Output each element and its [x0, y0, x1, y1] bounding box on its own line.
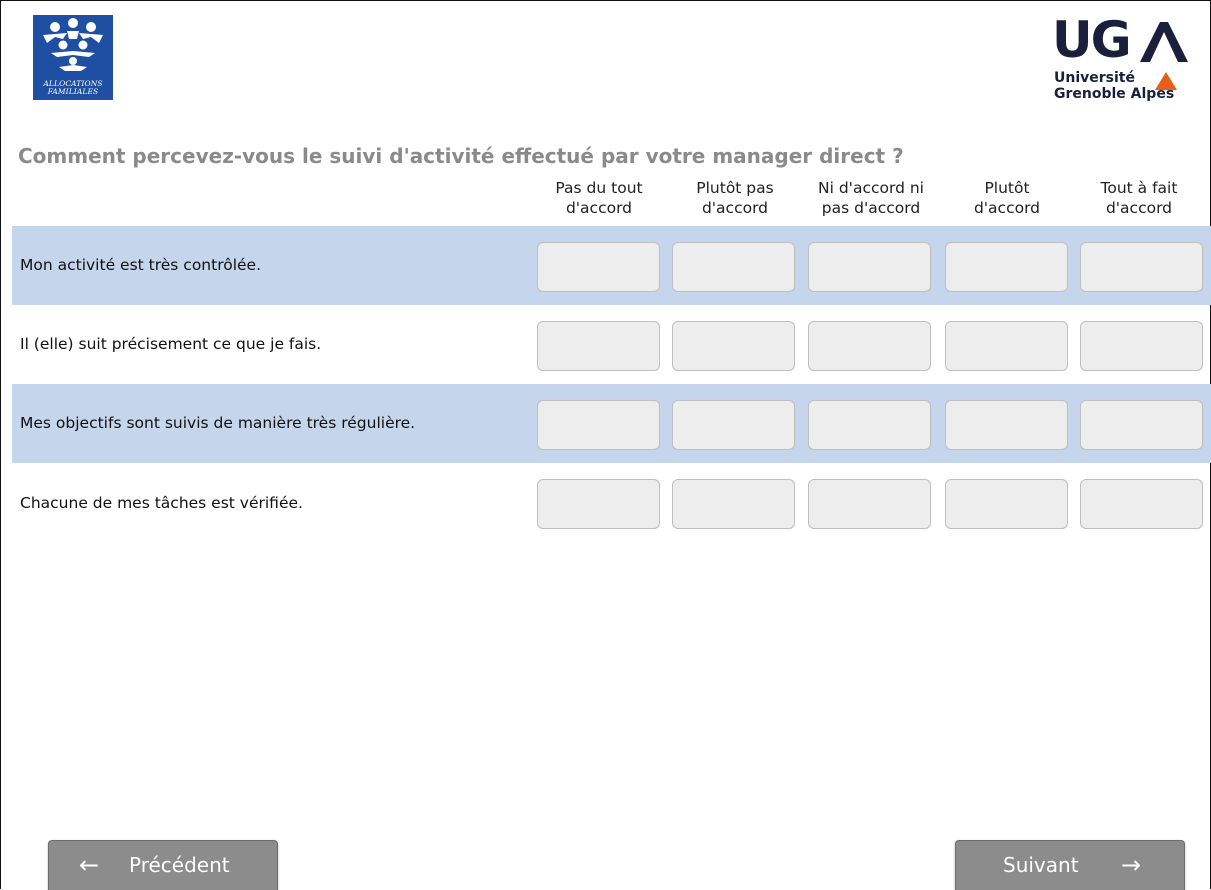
item-label: Chacune de mes tâches est vérifiée.	[20, 494, 303, 512]
column-header-line1: Tout à fait	[1100, 179, 1178, 197]
uga-logo-line1: Université	[1054, 70, 1135, 86]
item-label: Il (elle) suit précisement ce que je fai…	[20, 335, 322, 353]
column-header-line1: Ni d'accord ni	[818, 179, 924, 197]
item-row-1: Mon activité est très contrôlée.	[12, 226, 1211, 305]
option-tout-a-fait-daccord[interactable]	[1080, 242, 1203, 292]
uga-logo-mark: UG	[1052, 11, 1132, 69]
question-title: Comment percevez-vous le suivi d'activit…	[18, 144, 904, 168]
uga-logo-line2: Grenoble Alpes	[1054, 86, 1175, 102]
option-ni-daccord-ni-pas-daccord[interactable]	[808, 321, 931, 371]
item-row-4: Chacune de mes tâches est vérifiée.	[12, 463, 1211, 542]
option-pas-du-tout-daccord[interactable]	[537, 321, 660, 371]
option-pas-du-tout-daccord[interactable]	[537, 242, 660, 292]
item-row-3: Mes objectifs sont suivis de manière trè…	[12, 384, 1211, 463]
column-header-line1: Plutôt pas	[696, 179, 774, 197]
option-tout-a-fait-daccord[interactable]	[1080, 479, 1203, 529]
caf-family-icon	[43, 18, 103, 71]
option-ni-daccord-ni-pas-daccord[interactable]	[808, 242, 931, 292]
uga-logo: UG Université Grenoble Alpes	[1052, 11, 1192, 106]
option-plutot-daccord[interactable]	[945, 479, 1068, 529]
column-header-line2: pas d'accord	[821, 199, 921, 217]
option-ni-daccord-ni-pas-daccord[interactable]	[808, 400, 931, 450]
next-button[interactable]: Suivant →	[955, 840, 1185, 890]
column-header-3: Ni d'accord ni pas d'accord	[805, 178, 937, 218]
column-header-4: Plutôt d'accord	[941, 178, 1073, 218]
column-header-line2: d'accord	[973, 199, 1041, 217]
caf-logo: ALLOCATIONS FAMILIALES	[33, 15, 113, 100]
option-pas-du-tout-daccord[interactable]	[537, 400, 660, 450]
option-plutot-pas-daccord[interactable]	[672, 400, 795, 450]
item-label: Mes objectifs sont suivis de manière trè…	[20, 414, 416, 432]
column-header-2: Plutôt pas d'accord	[669, 178, 801, 218]
option-plutot-pas-daccord[interactable]	[672, 242, 795, 292]
option-plutot-daccord[interactable]	[945, 321, 1068, 371]
column-header-line2: d'accord	[701, 199, 769, 217]
column-header-line2: d'accord	[565, 199, 633, 217]
column-header-1: Pas du tout d'accord	[533, 178, 665, 218]
uga-a-icon	[1140, 22, 1188, 62]
arrow-right-icon: →	[1121, 851, 1142, 879]
option-plutot-daccord[interactable]	[945, 242, 1068, 292]
column-header-line1: Pas du tout	[555, 179, 643, 197]
caf-logo-line2: FAMILIALES	[47, 87, 99, 96]
item-row-2: Il (elle) suit précisement ce que je fai…	[12, 305, 1211, 384]
arrow-left-icon: ←	[79, 851, 100, 879]
previous-button[interactable]: ← Précédent	[48, 840, 278, 890]
next-button-label: Suivant	[1003, 853, 1079, 877]
option-pas-du-tout-daccord[interactable]	[537, 479, 660, 529]
column-header-line1: Plutôt	[984, 179, 1030, 197]
column-header-5: Tout à fait d'accord	[1073, 178, 1205, 218]
option-plutot-pas-daccord[interactable]	[672, 321, 795, 371]
option-ni-daccord-ni-pas-daccord[interactable]	[808, 479, 931, 529]
option-tout-a-fait-daccord[interactable]	[1080, 321, 1203, 371]
option-tout-a-fait-daccord[interactable]	[1080, 400, 1203, 450]
option-plutot-pas-daccord[interactable]	[672, 479, 795, 529]
item-label: Mon activité est très contrôlée.	[20, 256, 262, 274]
option-plutot-daccord[interactable]	[945, 400, 1068, 450]
column-header-line2: d'accord	[1105, 199, 1173, 217]
previous-button-label: Précédent	[129, 853, 230, 877]
